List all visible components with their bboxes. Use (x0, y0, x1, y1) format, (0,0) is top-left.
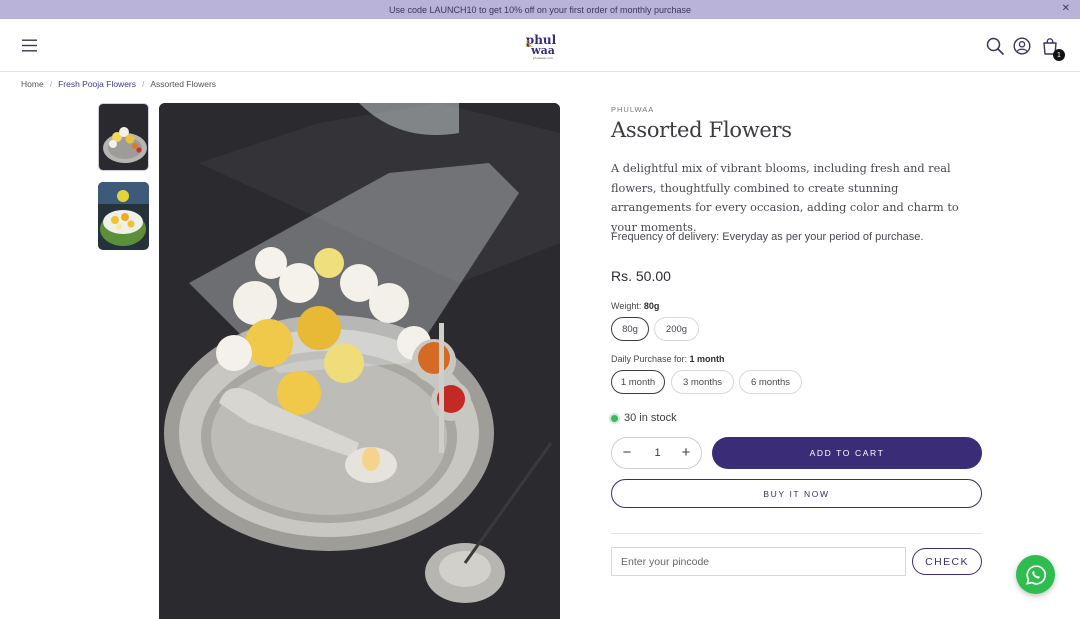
divider (611, 533, 982, 534)
search-icon[interactable] (986, 37, 1004, 55)
brand-logo[interactable]: phul waa & phulwaa.com (516, 32, 566, 60)
product-thumbnail-2[interactable] (98, 182, 149, 250)
breadcrumb: Home / Fresh Pooja Flowers / Assorted Fl… (21, 79, 216, 89)
breadcrumb-category[interactable]: Fresh Pooja Flowers (58, 79, 136, 89)
whatsapp-icon (1025, 564, 1046, 585)
daily-purchase-selected: 1 month (689, 354, 725, 364)
minus-icon[interactable]: − (620, 445, 634, 460)
close-icon[interactable]: ✕ (1062, 3, 1070, 14)
quantity-value[interactable]: 1 (642, 447, 673, 459)
daily-purchase-label-text: Daily Purchase for: (611, 354, 688, 364)
announcement-bar: Use code LAUNCH10 to get 10% off on your… (0, 0, 1080, 19)
product-main-image[interactable] (159, 103, 560, 619)
stock-text: 30 in stock (624, 412, 677, 424)
duration-option-6-months[interactable]: 6 months (739, 370, 802, 394)
weight-label: Weight: 80g (611, 301, 659, 311)
whatsapp-chat-button[interactable] (1016, 555, 1055, 594)
breadcrumb-current: Assorted Flowers (150, 79, 217, 89)
pincode-input[interactable] (611, 547, 906, 576)
product-vendor: PHULWAA (611, 105, 655, 114)
weight-label-text: Weight: (611, 301, 642, 311)
logo-ampersand-icon: & (525, 40, 533, 50)
stock-status: 30 in stock (611, 412, 677, 424)
cart-count-badge: 1 (1053, 49, 1065, 61)
logo-tagline: phulwaa.com (533, 56, 553, 60)
daily-purchase-label: Daily Purchase for: 1 month (611, 354, 725, 364)
product-title: Assorted Flowers (611, 118, 792, 142)
announcement-text: Use code LAUNCH10 to get 10% off on your… (389, 4, 691, 15)
weight-option-80g[interactable]: 80g (611, 317, 649, 341)
weight-option-200g[interactable]: 200g (654, 317, 699, 341)
product-price: Rs. 50.00 (611, 268, 671, 284)
breadcrumb-separator: / (142, 79, 145, 89)
menu-icon[interactable] (22, 39, 38, 52)
product-thumbnail-1[interactable] (98, 103, 149, 171)
breadcrumb-home[interactable]: Home (21, 79, 44, 89)
breadcrumb-separator: / (49, 79, 53, 89)
in-stock-dot-icon (611, 414, 618, 422)
check-pincode-button[interactable]: CHECK (912, 548, 982, 575)
site-header: phul waa & phulwaa.com 1 (0, 19, 1080, 72)
weight-selected: 80g (643, 301, 660, 311)
account-icon[interactable] (1013, 37, 1031, 55)
plus-icon[interactable]: + (679, 445, 693, 460)
add-to-cart-button[interactable]: ADD TO CART (712, 437, 982, 469)
duration-option-3-months[interactable]: 3 months (671, 370, 734, 394)
quantity-stepper: − 1 + (611, 437, 702, 469)
product-description: A delightful mix of vibrant blooms, incl… (611, 162, 959, 234)
duration-option-1-month[interactable]: 1 month (611, 370, 665, 394)
delivery-frequency: Frequency of delivery: Everyday as per y… (611, 231, 924, 243)
buy-it-now-button[interactable]: BUY IT NOW (611, 479, 982, 508)
